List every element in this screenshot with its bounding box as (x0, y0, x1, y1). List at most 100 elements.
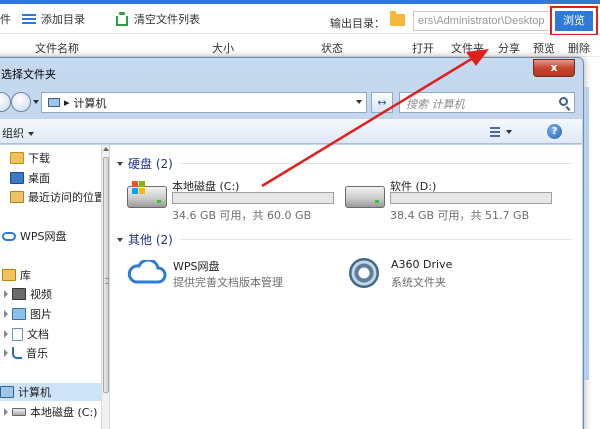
hard-drive-icon (345, 186, 385, 208)
back-button[interactable] (0, 92, 11, 112)
add-directory-label: 添加目录 (41, 13, 85, 26)
command-bar: 组织 ? (0, 118, 582, 144)
dialog-title: 选择文件夹 (1, 68, 56, 81)
nav-item-recent-places[interactable]: 最近访问的位置 (10, 188, 115, 206)
organize-button[interactable]: 组织 (2, 125, 34, 141)
dialog-content: 下载 桌面 最近访问的位置 WPS网盘 库 视频 图片 文档 音乐 计算机 本地… (0, 145, 582, 429)
column-file-name[interactable]: 文件名称 (35, 40, 79, 56)
search-input[interactable]: 搜索 计算机 (399, 92, 575, 113)
nav-item-label: 下载 (28, 152, 50, 165)
nav-item-downloads[interactable]: 下载 (10, 149, 115, 167)
address-text: 计算机 (73, 96, 107, 110)
select-folder-dialog: 选择文件夹 x ▸ 计算机 ↔ 搜索 计算机 组织 ? 下载 桌面 最近访问的位… (0, 57, 584, 429)
item-name: WPS网盘 (173, 260, 220, 273)
nav-item-computer[interactable]: 计算机 (0, 383, 105, 401)
clear-file-list-button[interactable]: 清空文件列表 (115, 11, 200, 27)
drive-local-disk-c[interactable]: 本地磁盘 (C:) 34.6 GB 可用，共 60.0 GB (127, 178, 337, 222)
drive-usage-bar (390, 192, 552, 204)
nav-item-label: 最近访问的位置 (28, 191, 105, 204)
scrollbar-thumb[interactable] (103, 157, 109, 393)
drive-software-d[interactable]: 软件 (D:) 38.4 GB 可用，共 51.7 GB (345, 178, 555, 222)
expand-icon[interactable] (4, 290, 8, 298)
hard-drive-icon (127, 181, 167, 208)
library-icon (2, 269, 16, 281)
address-dropdown-icon[interactable] (356, 100, 362, 104)
toolbar-cut-label[interactable]: 件 (0, 11, 11, 27)
expand-icon[interactable] (4, 349, 8, 357)
nav-item-label: 桌面 (28, 172, 50, 185)
navigation-pane: 下载 桌面 最近访问的位置 WPS网盘 库 视频 图片 文档 音乐 计算机 本地… (0, 145, 105, 429)
drive-usage-bar (172, 192, 334, 204)
video-icon (12, 288, 26, 300)
dialog-right-edge (584, 87, 589, 380)
column-open[interactable]: 打开 (412, 40, 434, 56)
add-directory-button[interactable]: 添加目录 (22, 11, 85, 27)
nav-item-wps-cloud[interactable]: WPS网盘 (2, 227, 107, 245)
column-size[interactable]: 大小 (212, 40, 234, 56)
dialog-close-button[interactable]: x (533, 59, 575, 77)
nav-item-desktop[interactable]: 桌面 (10, 169, 115, 187)
column-folder[interactable]: 文件夹 (451, 40, 484, 56)
main-pane: 硬盘 (2) 本地磁盘 (C:) 34.6 GB 可用，共 60.0 GB 软件… (111, 145, 582, 429)
nav-item-label: 图片 (30, 308, 52, 321)
cloud-icon (2, 231, 16, 241)
item-a360-drive[interactable]: A360 Drive 系统文件夹 (345, 258, 545, 292)
hard-drive-icon (12, 408, 26, 416)
drive-info: 34.6 GB 可用，共 60.0 GB (172, 209, 312, 222)
expand-icon[interactable] (4, 408, 8, 416)
nav-item-label: 文档 (27, 328, 49, 341)
nav-item-label: 音乐 (26, 347, 48, 360)
cloud-icon (127, 260, 167, 284)
column-preview[interactable]: 预览 (533, 40, 555, 56)
browse-highlight-box: 浏览 (550, 6, 598, 36)
address-bar[interactable]: ▸ 计算机 (41, 92, 367, 113)
nav-item-label: 计算机 (18, 386, 51, 399)
help-button[interactable]: ? (547, 124, 562, 139)
browse-button[interactable]: 浏览 (555, 11, 593, 31)
view-options-button[interactable] (490, 125, 516, 139)
address-separator: ▸ (64, 96, 70, 109)
collapse-icon[interactable] (117, 161, 123, 166)
group-other[interactable]: 其他 (2) (117, 231, 173, 248)
forward-button[interactable] (11, 92, 31, 112)
nav-item-label: 视频 (30, 288, 52, 301)
item-wps-cloud[interactable]: WPS网盘 提供完善文档版本管理 (127, 258, 327, 292)
nav-item-documents[interactable]: 文档 (4, 325, 111, 343)
music-icon (12, 347, 22, 359)
desktop-icon (10, 172, 24, 184)
column-share[interactable]: 分享 (498, 40, 520, 56)
column-delete[interactable]: 删除 (568, 40, 590, 56)
list-icon (22, 13, 36, 25)
group-divider (181, 239, 571, 240)
group-divider (181, 163, 571, 164)
app-toolbar: 件 添加目录 清空文件列表 输出目录： ers\Administrator\De… (0, 4, 600, 36)
output-path-input[interactable]: ers\Administrator\Desktop (413, 11, 551, 31)
group-title-label: 硬盘 (2) (128, 157, 173, 171)
nav-item-pictures[interactable]: 图片 (4, 305, 111, 323)
expand-icon[interactable] (4, 310, 8, 318)
group-title-label: 其他 (2) (128, 233, 173, 247)
recent-places-icon (10, 191, 24, 203)
nav-item-libraries[interactable]: 库 (2, 266, 107, 284)
nav-pane-scrollbar[interactable] (101, 145, 110, 429)
refresh-button[interactable]: ↔ (371, 92, 393, 113)
search-icon[interactable] (559, 97, 568, 106)
collapse-icon[interactable] (117, 237, 123, 242)
trash-icon (115, 12, 129, 26)
drive-info: 38.4 GB 可用，共 51.7 GB (390, 209, 530, 222)
nav-item-local-disk-c[interactable]: 本地磁盘 (C:) (4, 403, 111, 421)
history-dropdown-icon[interactable] (33, 100, 39, 104)
column-status[interactable]: 状态 (321, 40, 343, 56)
scroll-up-icon[interactable] (103, 147, 109, 151)
expand-icon[interactable] (4, 330, 8, 338)
item-description: 系统文件夹 (391, 276, 446, 289)
picture-icon (12, 308, 26, 320)
group-hard-drives[interactable]: 硬盘 (2) (117, 155, 173, 172)
search-placeholder: 搜索 计算机 (406, 98, 465, 111)
nav-item-videos[interactable]: 视频 (4, 285, 111, 303)
clear-file-list-label: 清空文件列表 (134, 13, 200, 26)
address-row: ▸ 计算机 ↔ 搜索 计算机 (0, 88, 583, 114)
document-icon (12, 327, 23, 341)
a360-drive-icon (349, 258, 379, 288)
nav-item-music[interactable]: 音乐 (4, 344, 111, 362)
